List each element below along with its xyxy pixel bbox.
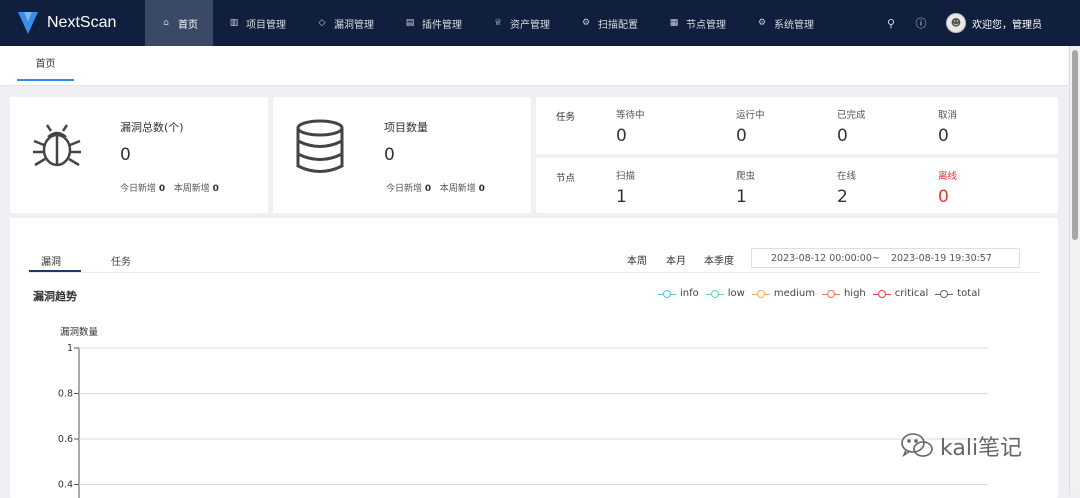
main-nav: ⌂ 首页 ▥ 项目管理 ◇ 漏洞管理 ▤ 插件管理 ♕ 资产管理 ⚙ 扫描配置 ▦ 节点管理 ⚙ 系统管理	[145, 0, 829, 46]
avatar[interactable]: ☻	[946, 13, 966, 33]
database-icon	[296, 119, 344, 173]
welcome-text[interactable]: 欢迎您，管理员	[972, 16, 1042, 31]
task-cancelled: 取消 0	[938, 110, 958, 146]
nav-item-7[interactable]: ⚙ 系统管理	[741, 0, 829, 46]
gear-icon: ⚙	[581, 18, 591, 28]
tab-home[interactable]: 首页	[17, 46, 74, 81]
vuln-stat-card: 漏洞总数(个) 0 今日新增 0 本周新增 0	[10, 97, 268, 213]
task-completed: 已完成 0	[837, 110, 866, 146]
nav-item-label: 插件管理	[422, 19, 462, 31]
header-actions: ⚲ ⓘ ☻ 欢迎您，管理员	[876, 0, 1080, 46]
node-status-card: 节点 扫描 1 爬虫 1 在线 2 离线 0	[536, 158, 1058, 213]
shield-icon: ◇	[318, 18, 326, 28]
nav-item-label: 资产管理	[510, 19, 550, 31]
node-offline: 离线 0	[938, 171, 958, 207]
help-icon[interactable]: ⓘ	[906, 15, 936, 31]
y-tick-label: 0.6	[58, 434, 73, 445]
node-scan: 扫描 1	[616, 171, 636, 207]
nav-item-label: 漏洞管理	[334, 19, 374, 31]
node-row-label: 节点	[556, 173, 576, 184]
top-navbar: NextScan ⌂ 首页 ▥ 项目管理 ◇ 漏洞管理 ▤ 插件管理 ♕ 资产管理 ⚙ 扫描配置 ▦ 节点…	[0, 0, 1080, 46]
project-new-summary: 今日新增 0 本周新增 0	[386, 184, 485, 194]
nav-item-0[interactable]: ⌂ 首页	[145, 0, 213, 46]
search-icon[interactable]: ⚲	[876, 17, 906, 30]
scrollbar-thumb[interactable]	[1072, 50, 1078, 240]
nav-item-5[interactable]: ⚙ 扫描配置	[565, 0, 653, 46]
vuln-new-summary: 今日新增 0 本周新增 0	[120, 184, 219, 194]
settings-icon: ⚙	[757, 18, 767, 28]
file-icon: ▤	[405, 18, 415, 28]
nav-item-4[interactable]: ♕ 资产管理	[477, 0, 565, 46]
home-icon: ⌂	[163, 18, 169, 28]
nav-item-label: 节点管理	[686, 19, 726, 31]
wechat-icon	[901, 433, 933, 458]
app-name: NextScan	[47, 14, 117, 31]
bug-icon	[33, 124, 81, 167]
task-waiting: 等待中 0	[616, 110, 645, 146]
app-logo[interactable]: NextScan	[0, 0, 145, 46]
document-icon: ▦	[669, 18, 679, 28]
y-tick-label: 0.4	[58, 480, 73, 491]
nav-item-label: 项目管理	[246, 19, 286, 31]
vuln-total-value: 0	[120, 145, 131, 165]
page-tabs: 首页	[0, 46, 1068, 86]
crown-icon: ♕	[493, 18, 503, 28]
watermark: kali笔记	[900, 430, 1022, 462]
project-icon: ▥	[229, 18, 239, 28]
project-stat-card: 项目数量 0 今日新增 0 本周新增 0	[273, 97, 531, 213]
project-count-title: 项目数量	[384, 121, 428, 134]
node-online: 在线 2	[837, 171, 857, 207]
nav-item-1[interactable]: ▥ 项目管理	[213, 0, 301, 46]
nav-item-3[interactable]: ▤ 插件管理	[389, 0, 477, 46]
task-status-card: 任务 等待中 0 运行中 0 已完成 0 取消 0	[536, 97, 1058, 154]
vuln-total-title: 漏洞总数(个)	[120, 121, 184, 134]
nav-item-label: 首页	[178, 19, 198, 31]
task-running: 运行中 0	[736, 110, 765, 146]
task-row-label: 任务	[556, 112, 576, 123]
node-crawler: 爬虫 1	[736, 171, 756, 207]
nav-item-label: 扫描配置	[598, 19, 638, 31]
project-count-value: 0	[384, 145, 395, 165]
nav-item-6[interactable]: ▦ 节点管理	[653, 0, 741, 46]
nav-item-label: 系统管理	[774, 19, 814, 31]
watermark-text: kali笔记	[940, 436, 1023, 461]
y-tick-label: 0.8	[58, 389, 73, 400]
nav-item-2[interactable]: ◇ 漏洞管理	[301, 0, 389, 46]
y-tick-label: 1	[67, 343, 73, 354]
logo-icon	[18, 12, 38, 34]
